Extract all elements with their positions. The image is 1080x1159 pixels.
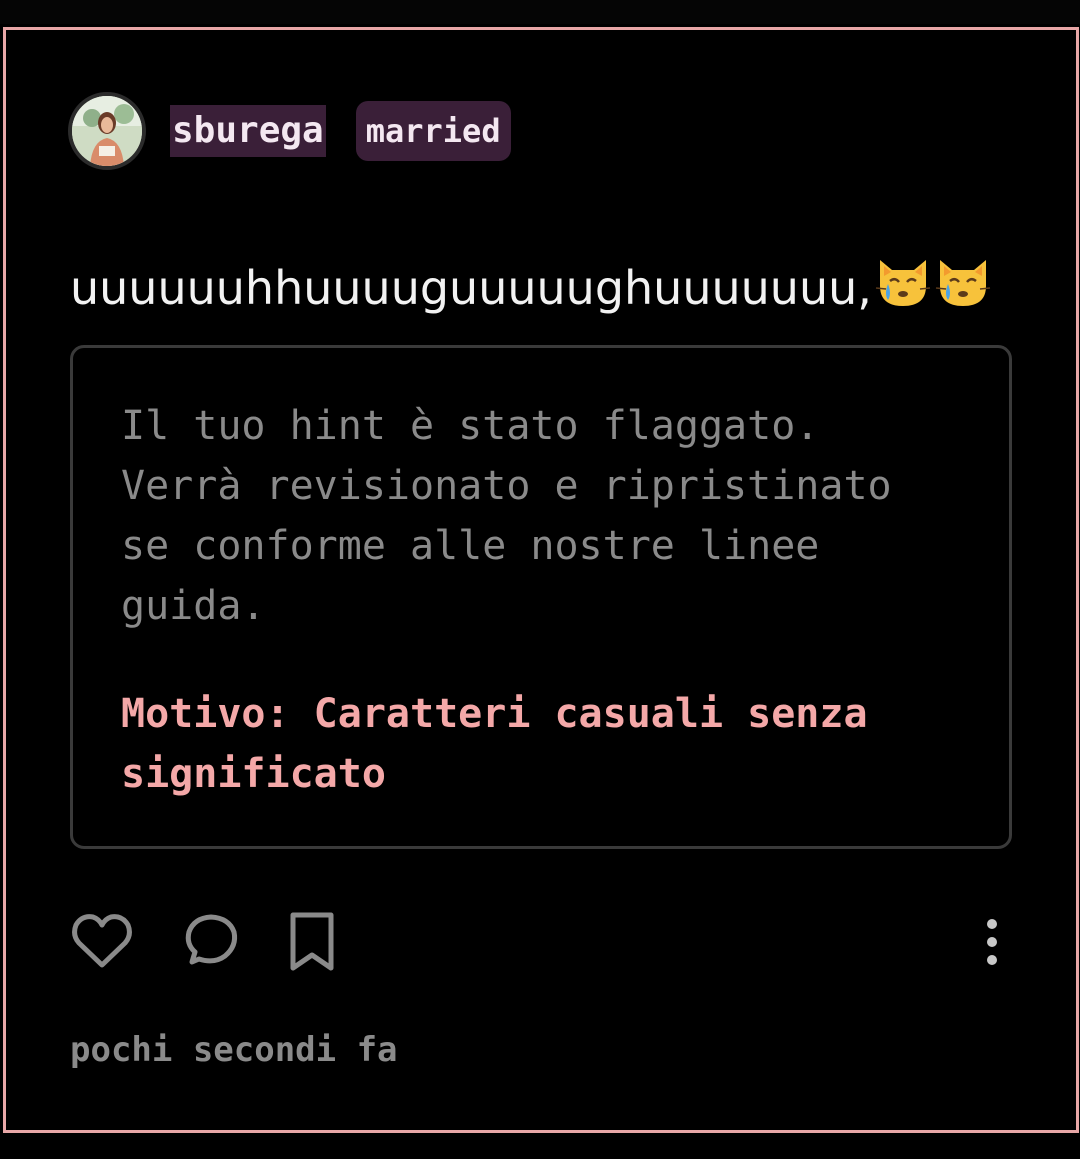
post-card: sburega married uuuuuuhhuuuuguuuuughuuuu… [3, 27, 1079, 1133]
flag-message: Il tuo hint è stato flaggato. Verrà revi… [121, 403, 892, 629]
flag-notice: Il tuo hint è stato flaggato. Verrà revi… [70, 345, 1012, 849]
crying-cat-face-icon [934, 256, 992, 328]
post-text: uuuuuuhhuuuuguuuuughuuuuuuu, [70, 261, 872, 315]
post-actions [70, 910, 1012, 974]
status-badge: married [355, 101, 511, 161]
more-vertical-icon[interactable] [960, 910, 1024, 974]
flag-reason: Motivo: Caratteri casuali senza signific… [121, 691, 868, 797]
avatar[interactable] [68, 92, 146, 170]
post-body: uuuuuuhhuuuuguuuuughuuuuuuu, [70, 252, 992, 328]
crying-cat-face-icon [874, 256, 932, 328]
bottom-divider [0, 1133, 1080, 1159]
top-divider [0, 0, 1080, 24]
avatar-image [72, 96, 142, 166]
heart-icon[interactable] [70, 910, 134, 974]
username[interactable]: sburega [170, 105, 326, 157]
speech-bubble-icon[interactable] [178, 910, 242, 974]
app-page: sburega married uuuuuuhhuuuuguuuuughuuuu… [0, 0, 1080, 1159]
bookmark-icon[interactable] [280, 910, 344, 974]
post-header: sburega married [68, 92, 511, 170]
post-timestamp: pochi secondi fa [70, 1030, 398, 1070]
